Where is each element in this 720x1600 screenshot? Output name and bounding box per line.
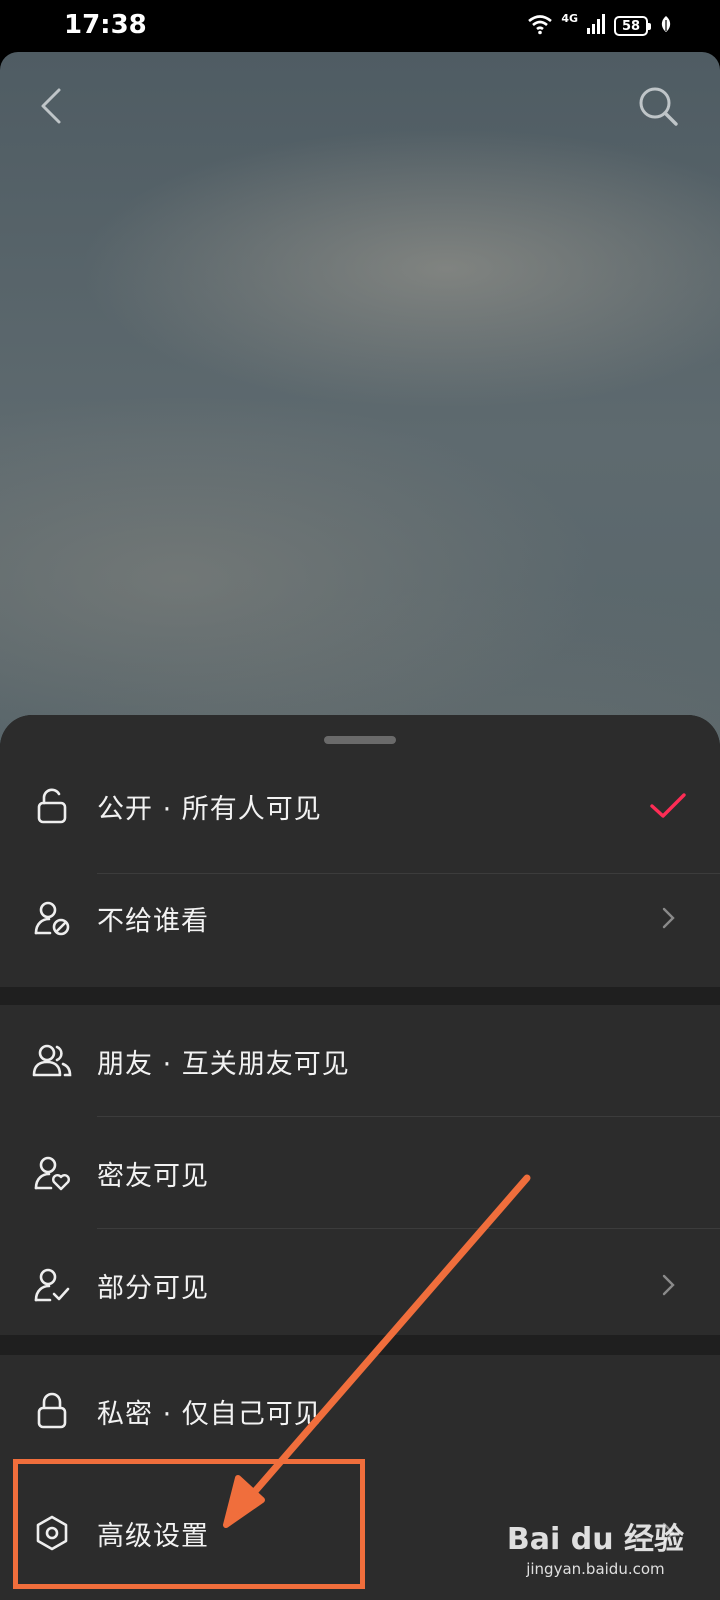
status-bar: 17:38 4G 58 [0, 0, 720, 52]
user-block-icon [32, 898, 72, 938]
status-time: 17:38 [64, 10, 147, 40]
option-label: 私密 · 仅自己可见 [97, 1398, 322, 1430]
watermark-logo: Bai du 经验 [507, 1514, 684, 1558]
user-heart-icon [32, 1153, 72, 1193]
option-label: 高级设置 [97, 1520, 209, 1552]
chevron-left-icon [41, 88, 61, 124]
back-button[interactable] [24, 80, 76, 132]
option-friends[interactable]: 朋友 · 互关朋友可见 [0, 1005, 720, 1117]
watermark-url: jingyan.baidu.com [526, 1560, 665, 1578]
search-button[interactable] [632, 80, 684, 132]
option-private[interactable]: 私密 · 仅自己可见 [0, 1355, 720, 1467]
battery-level: 58 [621, 18, 641, 34]
option-hide-from[interactable]: 不给谁看 [0, 862, 720, 974]
option-public[interactable]: 公开 · 所有人可见 [0, 750, 720, 862]
status-icons: 4G 58 [527, 12, 672, 40]
battery-indicator: 58 [614, 16, 651, 36]
option-label: 公开 · 所有人可见 [97, 793, 322, 825]
option-close-friends[interactable]: 密友可见 [0, 1117, 720, 1229]
visibility-group-public: 公开 · 所有人可见 不给谁看 [0, 715, 720, 987]
unlock-icon [32, 786, 72, 826]
network-label: 4G [561, 12, 578, 25]
option-label: 密友可见 [97, 1160, 209, 1192]
watermark-brand: Bai du 经验 [506, 1522, 684, 1557]
visibility-group-friends: 朋友 · 互关朋友可见 密友可见 部分可见 [0, 1005, 720, 1335]
option-label: 不给谁看 [97, 905, 209, 937]
hexagon-settings-icon [32, 1513, 72, 1553]
search-icon [639, 87, 678, 126]
user-check-icon [32, 1265, 72, 1305]
baidu-jingyan-watermark: Bai du 经验 jingyan.baidu.com [507, 1514, 684, 1578]
check-icon [648, 786, 688, 826]
visibility-sheet: 公开 · 所有人可见 不给谁看 朋友 · 互关朋友可见 密友可见 部分可见 私密… [0, 715, 720, 1600]
wifi-icon [527, 13, 553, 39]
chevron-right-icon [648, 898, 688, 938]
sheet-drag-handle[interactable] [324, 736, 396, 744]
option-partial[interactable]: 部分可见 [0, 1229, 720, 1341]
option-label: 部分可见 [97, 1272, 209, 1304]
chevron-right-icon [648, 1265, 688, 1305]
users-icon [32, 1041, 72, 1081]
leaf-icon [660, 15, 672, 37]
signal-icon [586, 13, 606, 39]
lock-icon [32, 1391, 72, 1431]
option-label: 朋友 · 互关朋友可见 [97, 1048, 350, 1080]
